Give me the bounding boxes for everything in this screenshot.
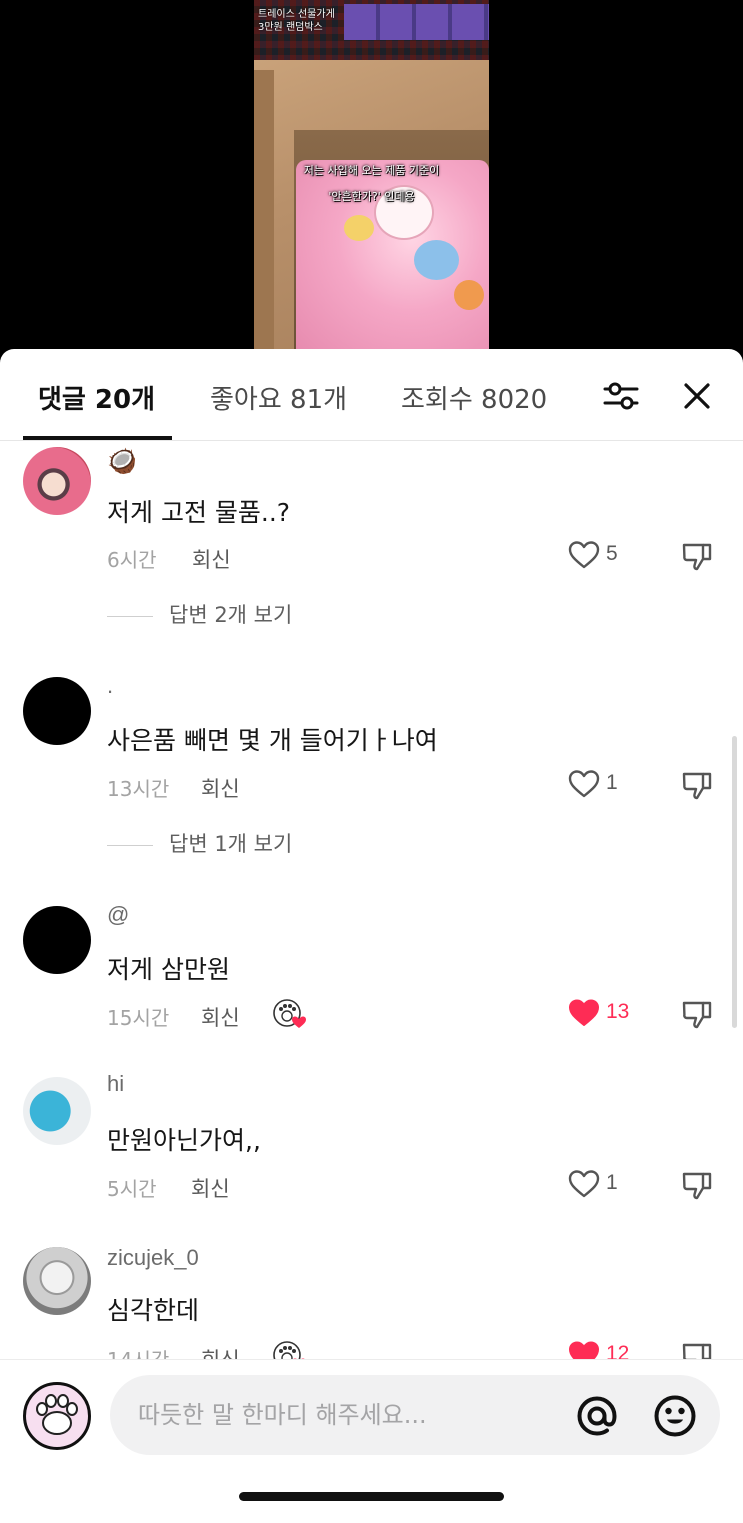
heart-filled-icon bbox=[569, 999, 599, 1026]
my-avatar[interactable] bbox=[23, 1382, 91, 1450]
comment-time: 14시간 bbox=[107, 1344, 169, 1359]
video-box-flap bbox=[254, 70, 274, 370]
video-subtitle: 저는 사입해 오는 제품 기준이 '안흔한가?' 인데용 bbox=[274, 158, 469, 210]
comment-time: 6시간 bbox=[107, 548, 157, 572]
video-frame[interactable]: 트레이스 선물가게 3만원 랜덤박스 저는 사입해 오는 제품 기준이 '안흔한… bbox=[254, 0, 489, 370]
like-count: 1 bbox=[606, 771, 618, 794]
divider bbox=[107, 615, 153, 617]
tab-likes[interactable]: 좋아요 81개 bbox=[210, 379, 347, 416]
comment-input[interactable] bbox=[138, 1393, 568, 1437]
like-button[interactable]: 12 bbox=[568, 1340, 638, 1359]
video-caption: 트레이스 선물가게 3만원 랜덤박스 bbox=[254, 6, 354, 36]
like-button[interactable]: 13 bbox=[568, 998, 638, 1030]
like-button[interactable]: 1 bbox=[568, 1169, 638, 1201]
video-subtitle-line: '안흔한가?' 인데용 bbox=[328, 190, 415, 203]
comment-username[interactable]: hi bbox=[107, 1071, 124, 1097]
video-caption-line: 3만원 랜덤박스 bbox=[258, 22, 323, 33]
comment-username[interactable]: 🥥 bbox=[107, 447, 137, 476]
heart-filled-icon bbox=[569, 1341, 599, 1359]
comment-list[interactable]: 🥥 저게 고전 물품..? 6시간 회신 5 답변 2개 보기 . 사은품 빼면 bbox=[0, 441, 743, 1359]
reply-button[interactable]: 회신 bbox=[201, 1002, 240, 1032]
video-subtitle-line: 저는 사입해 오는 제품 기준이 bbox=[303, 164, 440, 177]
comments-sheet: 댓글 20개 좋아요 81개 조회수 8020 🥥 저게 고전 물품..? 6시… bbox=[0, 349, 743, 1523]
emoji-icon[interactable] bbox=[653, 1394, 697, 1438]
comment-username[interactable]: zicujek_0 bbox=[107, 1245, 199, 1271]
like-count: 13 bbox=[606, 1000, 630, 1023]
comment-input-wrapper[interactable] bbox=[110, 1375, 720, 1455]
comment-username[interactable]: . bbox=[107, 673, 113, 699]
thumbs-down-icon[interactable] bbox=[681, 1170, 713, 1202]
heart-outline-icon bbox=[568, 1170, 600, 1198]
video-caption-line: 트레이스 선물가게 bbox=[258, 9, 335, 20]
video-plush bbox=[414, 240, 459, 280]
comment-username[interactable]: @ bbox=[107, 902, 129, 928]
creator-liked-badge-icon bbox=[273, 999, 306, 1028]
sheet-tabs: 댓글 20개 좋아요 81개 조회수 8020 bbox=[0, 349, 743, 441]
like-button[interactable]: 1 bbox=[568, 769, 638, 801]
creator-liked-badge-icon bbox=[273, 1341, 305, 1359]
like-count: 1 bbox=[606, 1171, 618, 1194]
thumbs-down-icon[interactable] bbox=[681, 541, 713, 573]
comment-time: 5시간 bbox=[107, 1177, 157, 1201]
heart-outline-icon bbox=[568, 770, 600, 798]
reply-button[interactable]: 회신 bbox=[191, 1173, 230, 1203]
tab-comments[interactable]: 댓글 20개 bbox=[38, 379, 155, 416]
video-plush bbox=[344, 215, 374, 241]
reply-button[interactable]: 회신 bbox=[201, 773, 240, 803]
black-avatar[interactable] bbox=[23, 906, 91, 974]
home-indicator bbox=[239, 1492, 504, 1501]
video-player[interactable]: 트레이스 선물가게 3만원 랜덤박스 저는 사입해 오는 제품 기준이 '안흔한… bbox=[0, 0, 743, 370]
thumbs-down-icon[interactable] bbox=[681, 1341, 713, 1359]
filter-icon[interactable] bbox=[603, 380, 639, 412]
thumbs-down-icon[interactable] bbox=[681, 770, 713, 802]
tab-views[interactable]: 조회수 8020 bbox=[401, 379, 547, 416]
comment-text: 저게 고전 물품..? bbox=[107, 498, 291, 527]
reply-button[interactable]: 회신 bbox=[201, 1344, 240, 1359]
view-replies-button[interactable]: 답변 2개 보기 bbox=[107, 599, 292, 629]
active-tab-indicator bbox=[23, 436, 172, 440]
video-products bbox=[344, 4, 489, 40]
view-replies-label: 답변 1개 보기 bbox=[169, 832, 293, 856]
thumbs-down-icon[interactable] bbox=[681, 999, 713, 1031]
anime-avatar[interactable] bbox=[23, 447, 91, 515]
phone-avatar[interactable] bbox=[23, 1077, 91, 1145]
video-plush bbox=[454, 280, 484, 310]
view-replies-label: 답변 2개 보기 bbox=[169, 603, 293, 627]
at-icon[interactable] bbox=[576, 1395, 618, 1437]
like-button[interactable]: 5 bbox=[568, 540, 638, 572]
scrollbar[interactable] bbox=[732, 736, 737, 1028]
black-avatar[interactable] bbox=[23, 677, 91, 745]
comment-time: 15시간 bbox=[107, 1006, 170, 1030]
comment-text: 심각한데 bbox=[107, 1296, 200, 1325]
comment-text: 만원아닌가여,, bbox=[107, 1126, 261, 1155]
comment-time: 13시간 bbox=[107, 777, 170, 801]
comment-text: 사은품 빼면 몇 개 들어기ㅏ나여 bbox=[107, 726, 438, 755]
heart-outline-icon bbox=[568, 541, 600, 569]
view-replies-button[interactable]: 답변 1개 보기 bbox=[107, 828, 292, 858]
cat-avatar[interactable] bbox=[23, 1247, 91, 1315]
like-count: 5 bbox=[606, 542, 618, 565]
close-icon[interactable] bbox=[684, 383, 710, 409]
like-count: 12 bbox=[606, 1342, 630, 1359]
divider bbox=[107, 844, 153, 846]
comment-text: 저게 삼만원 bbox=[107, 955, 230, 984]
reply-button[interactable]: 회신 bbox=[192, 544, 231, 574]
paw-icon bbox=[36, 1394, 78, 1435]
